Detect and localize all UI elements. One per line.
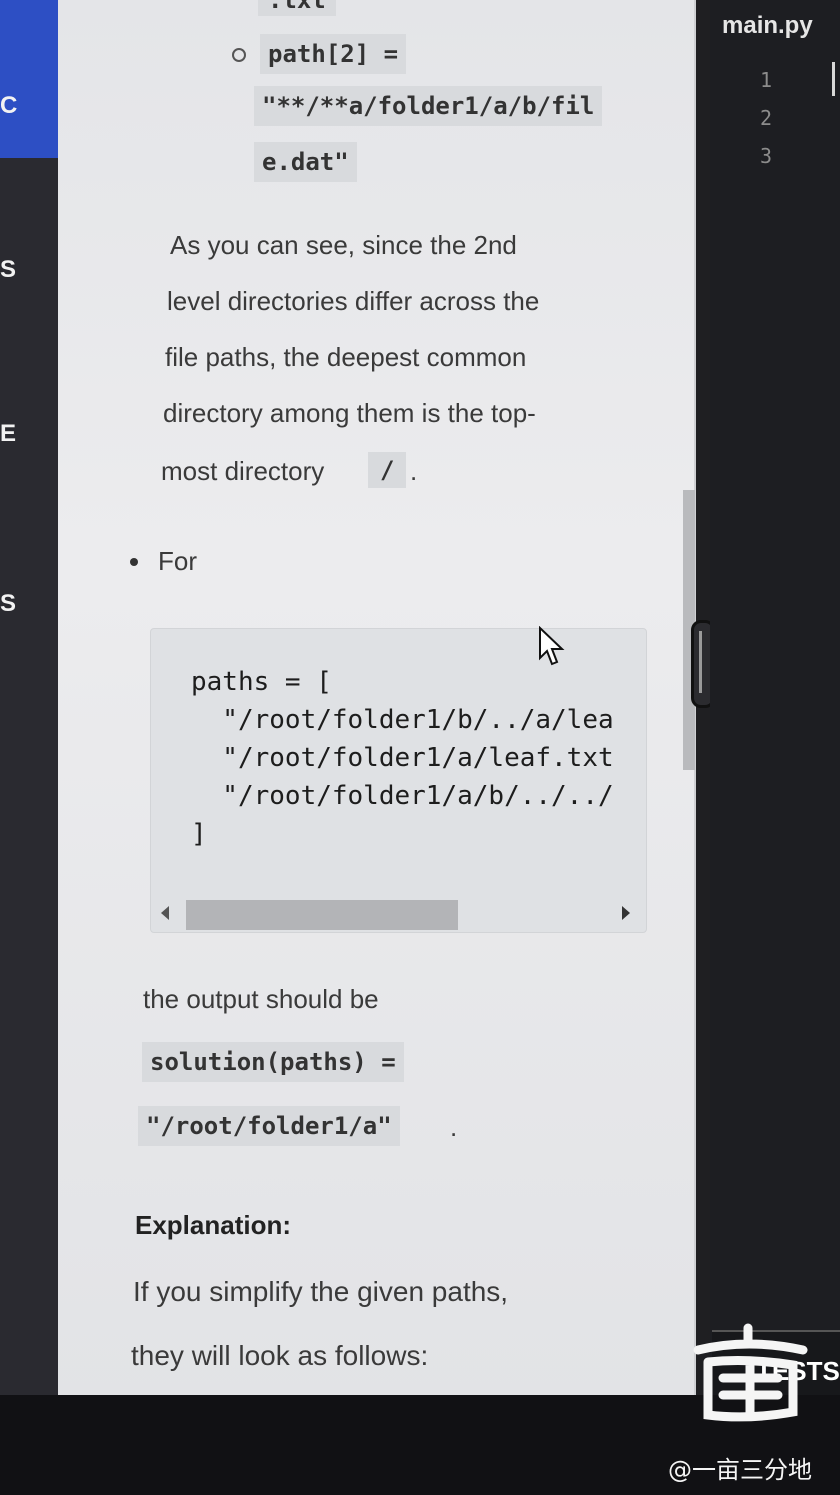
left-nav-letter-3[interactable]: E: [0, 420, 16, 448]
prev-example-fragment: .txt: [258, 0, 336, 16]
code-line-3: "/root/folder1/a/leaf.txt: [191, 743, 614, 773]
bullet-for-label: For: [158, 546, 197, 576]
path2-value-line1: "**/**a/folder1/a/b/fil: [254, 86, 603, 126]
solution-call-code: solution(paths) =: [142, 1042, 404, 1082]
explanation-line-2: they will look as follows:: [131, 1340, 429, 1371]
explain-line-1: As you can see, since the 2nd: [170, 230, 517, 260]
code-line-4: "/root/folder1/a/b/../../: [191, 781, 614, 811]
sub-bullet-circle: [232, 48, 246, 62]
code-line-1: paths = [: [191, 667, 332, 697]
code-editor[interactable]: [710, 0, 840, 1395]
line-number-2: 2: [760, 106, 773, 130]
path2-value-line2: e.dat": [254, 142, 357, 182]
output-intro: the output should be: [143, 984, 379, 1014]
left-nav-letter-2[interactable]: S: [0, 256, 16, 284]
explanation-line-1: If you simplify the given paths,: [133, 1276, 509, 1307]
left-nav-letter-4[interactable]: S: [0, 590, 16, 618]
text-cursor: [832, 62, 835, 96]
line-number-1: 1: [760, 68, 773, 92]
code-line-5: ]: [191, 819, 207, 849]
left-nav-letter-1[interactable]: C: [0, 92, 17, 120]
bullet-dot: [130, 558, 138, 566]
explain-line-4: directory among them is the top-: [163, 398, 536, 428]
explain-line-2: level directories differ across the: [167, 286, 540, 316]
solution-period: .: [450, 1112, 458, 1142]
path2-label: path[2] =: [260, 34, 407, 74]
scroll-thumb[interactable]: [186, 900, 458, 930]
explain-line-3: file paths, the deepest common: [165, 342, 527, 372]
code-line-2: "/root/folder1/b/../a/lea: [191, 705, 614, 735]
watermark-text: @一亩三分地: [668, 1456, 812, 1484]
left-nav-strip: C S E S: [0, 0, 58, 1400]
left-nav-active-block[interactable]: [0, 0, 58, 158]
scroll-left-arrow-icon[interactable]: [161, 906, 169, 920]
explanation-heading: Explanation:: [135, 1210, 292, 1240]
example-code-block[interactable]: paths = [ "/root/folder1/b/../a/lea "/ro…: [150, 628, 647, 933]
scroll-right-arrow-icon[interactable]: [622, 906, 630, 920]
period: .: [410, 456, 418, 486]
line-number-3: 3: [760, 144, 773, 168]
editor-file-tab[interactable]: main.py: [722, 12, 813, 40]
watermark-logo-icon: [693, 1323, 808, 1422]
root-directory-code: /: [368, 452, 407, 488]
mouse-pointer-icon: [538, 625, 568, 673]
explain-line-5: most directory: [161, 456, 325, 486]
solution-value-code: "/root/folder1/a": [138, 1106, 400, 1146]
code-horizontal-scrollbar[interactable]: [151, 892, 646, 932]
